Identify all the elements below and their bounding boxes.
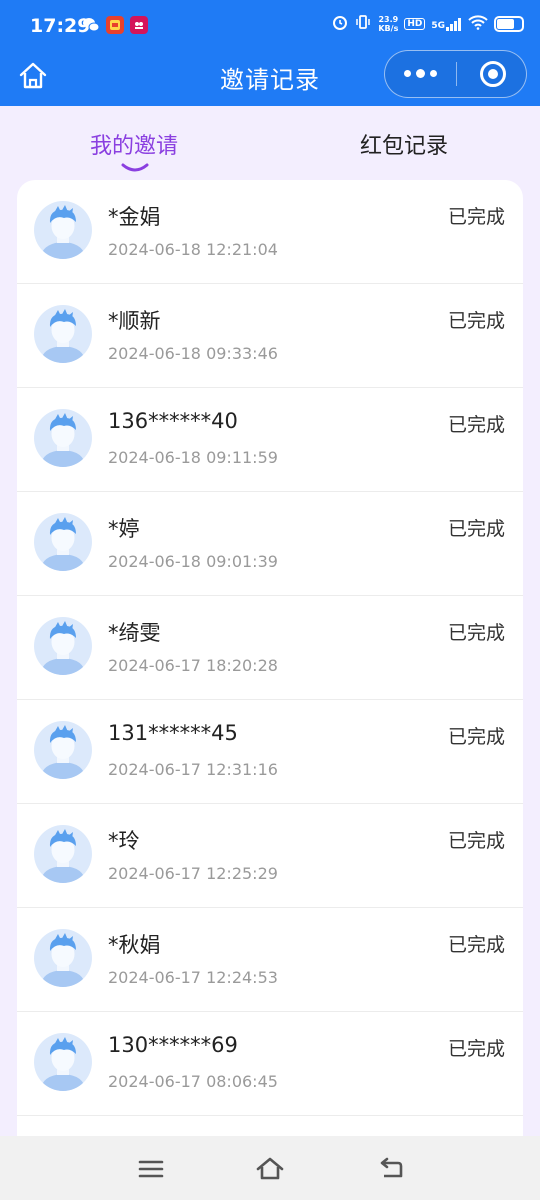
avatar-icon xyxy=(34,617,92,675)
hd-badge: HD xyxy=(404,17,426,30)
invitee-name: *婷 xyxy=(108,517,140,541)
invite-time: 2024-06-17 12:25:29 xyxy=(108,864,278,883)
invite-time: 2024-06-17 12:31:16 xyxy=(108,760,278,779)
avatar-icon xyxy=(34,409,92,467)
invite-time: 2024-06-18 09:01:39 xyxy=(108,552,278,571)
list-item[interactable]: *玲 2024-06-17 12:25:29 已完成 xyxy=(17,804,523,908)
menu-icon[interactable] xyxy=(136,1154,166,1184)
notification-icons xyxy=(82,16,148,34)
more-button[interactable] xyxy=(385,51,456,96)
battery-fill xyxy=(497,18,514,29)
back-icon[interactable] xyxy=(376,1154,406,1184)
avatar-icon xyxy=(34,825,92,883)
avatar-icon xyxy=(34,513,92,571)
speed-unit: KB/s xyxy=(378,23,399,33)
more-dot xyxy=(404,70,411,77)
list-item[interactable]: *绮雯 2024-06-17 18:20:28 已完成 xyxy=(17,596,523,700)
more-dot xyxy=(430,70,437,77)
invite-time: 2024-06-18 12:21:04 xyxy=(108,240,278,259)
invitee-name: 130******69 xyxy=(108,1033,238,1057)
network-type: 5G xyxy=(431,20,445,31)
status-label: 已完成 xyxy=(447,414,505,436)
invite-time: 2024-06-18 09:11:59 xyxy=(108,448,278,467)
status-label: 已完成 xyxy=(447,1038,505,1060)
list-item[interactable]: 130******69 2024-06-17 08:06:45 已完成 xyxy=(17,1012,523,1116)
invitee-name: 136******40 xyxy=(108,409,238,433)
app-icon-1 xyxy=(106,16,124,34)
invitee-name: *顺新 xyxy=(108,309,161,333)
list-item[interactable]: *婷 2024-06-18 09:01:39 已完成 xyxy=(17,492,523,596)
wechat-icon xyxy=(82,16,100,34)
list-item[interactable]: *秋娟 2024-06-17 12:24:53 已完成 xyxy=(17,908,523,1012)
signal-icon: 5G xyxy=(431,17,462,31)
invitee-name: *金娟 xyxy=(108,205,161,229)
status-label: 已完成 xyxy=(447,310,505,332)
active-tab-indicator xyxy=(120,158,150,172)
avatar-icon xyxy=(34,1033,92,1091)
list-item[interactable]: *顺新 2024-06-18 09:33:46 已完成 xyxy=(17,284,523,388)
mini-program-capsule xyxy=(384,50,527,98)
avatar-icon xyxy=(34,721,92,779)
list-item[interactable]: 136******40 2024-06-18 09:11:59 已完成 xyxy=(17,388,523,492)
invitee-name: *秋娟 xyxy=(108,933,161,957)
status-label: 已完成 xyxy=(447,726,505,748)
app-icon-2 xyxy=(130,16,148,34)
home-nav-icon[interactable] xyxy=(255,1154,285,1184)
nav-bar: 邀请记录 xyxy=(0,50,540,106)
invitee-name: *玲 xyxy=(108,829,140,853)
invite-time: 2024-06-17 08:06:45 xyxy=(108,1072,278,1091)
tab-my-invites[interactable]: 我的邀请 xyxy=(90,128,178,160)
vibrate-icon xyxy=(354,14,372,33)
network-speed: 23.9 KB/s xyxy=(378,15,398,33)
list-item[interactable]: *金娟 2024-06-18 12:21:04 已完成 xyxy=(17,180,523,284)
wifi-icon xyxy=(468,14,488,33)
invite-time: 2024-06-17 18:20:28 xyxy=(108,656,278,675)
invite-time: 2024-06-17 12:24:53 xyxy=(108,968,278,987)
status-label: 已完成 xyxy=(447,518,505,540)
invite-records-list: *金娟 2024-06-18 12:21:04 已完成 *顺新 2024-06-… xyxy=(17,180,523,1140)
more-dot xyxy=(416,69,425,78)
tab-red-packet-records[interactable]: 红包记录 xyxy=(360,128,448,160)
capsule-divider xyxy=(456,62,457,86)
list-item[interactable]: 131******45 2024-06-17 12:31:16 已完成 xyxy=(17,700,523,804)
status-label: 已完成 xyxy=(447,206,505,228)
avatar-icon xyxy=(34,929,92,987)
status-label: 已完成 xyxy=(447,830,505,852)
status-label: 已完成 xyxy=(447,622,505,644)
close-target-icon[interactable] xyxy=(478,59,508,89)
status-label: 已完成 xyxy=(447,934,505,956)
system-icons: 23.9 KB/s HD 5G xyxy=(332,14,524,33)
speed-value: 23.9 xyxy=(378,14,399,24)
avatar-icon xyxy=(34,305,92,363)
avatar-icon xyxy=(34,201,92,259)
tab-bar: 我的邀请 红包记录 xyxy=(0,106,540,180)
invite-time: 2024-06-18 09:33:46 xyxy=(108,344,278,363)
system-nav-bar xyxy=(0,1136,540,1200)
invitee-name: *绮雯 xyxy=(108,621,161,645)
status-bar: 17:29 23.9 KB/s HD 5G xyxy=(0,0,540,52)
invitee-name: 131******45 xyxy=(108,721,238,745)
alarm-icon xyxy=(332,14,348,33)
battery-icon xyxy=(494,15,524,32)
